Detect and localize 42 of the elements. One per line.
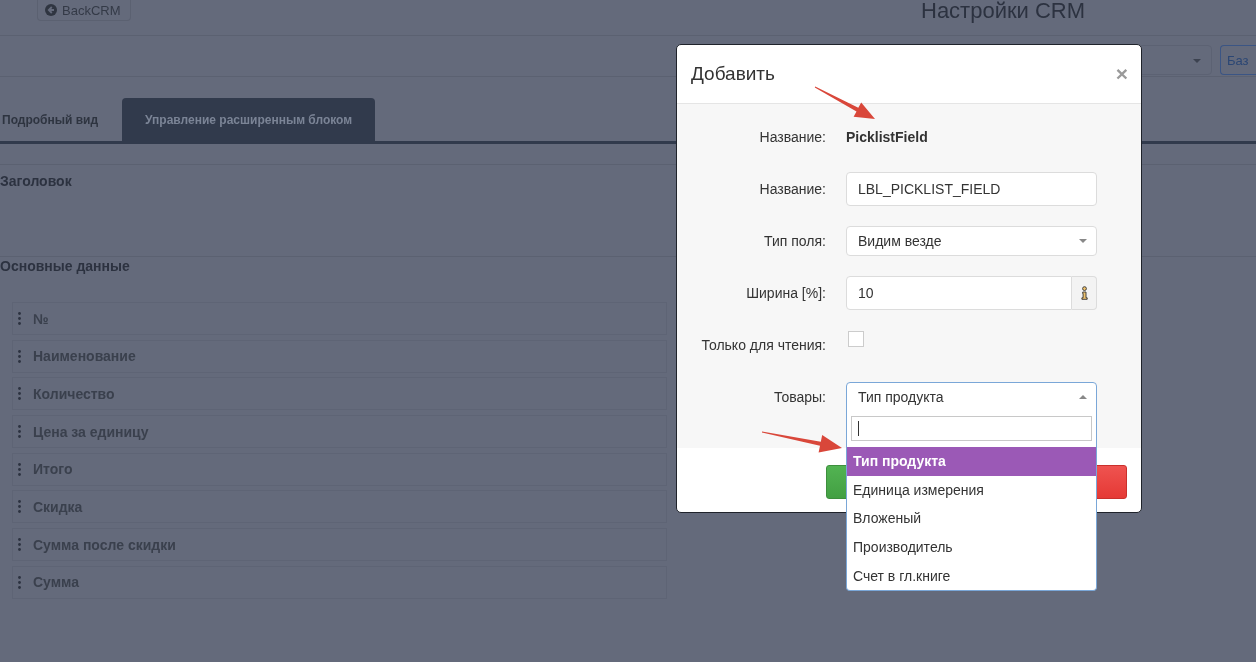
caret-icon (1193, 59, 1201, 63)
back-arrow-icon (45, 4, 57, 16)
drag-handle-icon (18, 500, 21, 514)
modal-title: Добавить (691, 62, 775, 85)
field-label: Название: (759, 181, 826, 197)
field-label: Товары: (773, 389, 826, 405)
select-field[interactable]: Тип продукта (846, 382, 1097, 412)
input-addon[interactable] (1072, 276, 1097, 310)
section-title: Основные данные (0, 257, 130, 275)
select-field[interactable]: Видим везде (846, 226, 1097, 256)
caret-icon (1079, 239, 1087, 243)
list-item[interactable]: № (12, 302, 667, 335)
tab[interactable]: Подробный вид (0, 98, 112, 141)
field-label: Тип поля: (764, 233, 826, 249)
input-field[interactable]: 10 (846, 276, 1072, 310)
drag-handle-icon (18, 312, 21, 325)
field-value: PicklistField (846, 129, 928, 145)
search-field[interactable] (851, 416, 1092, 441)
field-label: Только для чтения: (701, 337, 826, 353)
page-title: Настройки CRM (921, 0, 1086, 22)
drag-handle-icon (18, 425, 21, 439)
section-title: Заголовок (0, 172, 72, 190)
tab[interactable]: Управление расширенным блоком (122, 98, 376, 141)
field-label: Название: (759, 129, 826, 145)
caret-icon (1079, 395, 1087, 399)
toolbar-button[interactable]: Баз (1220, 45, 1256, 75)
close-button[interactable]: × (1115, 64, 1128, 84)
dropdown-option[interactable]: Счет в гл.книге (847, 561, 1096, 590)
drag-handle-icon (18, 538, 21, 552)
input-field[interactable]: LBL_PICKLIST_FIELD (846, 172, 1097, 206)
dropdown-option[interactable]: Производитель (847, 532, 1096, 562)
info-icon (1080, 286, 1088, 300)
annotation-arrow (812, 84, 878, 122)
drag-handle-icon (18, 349, 21, 363)
dropdown-option[interactable]: Единица измерения (847, 475, 1096, 505)
field-label: Ширина [%]: (746, 285, 826, 301)
drag-handle-icon (18, 387, 21, 401)
dropdown-option[interactable]: Тип продукта (847, 447, 1096, 476)
drag-handle-icon (18, 575, 21, 589)
dropdown-option[interactable]: Вложеный (847, 504, 1096, 533)
checkbox[interactable] (848, 331, 864, 347)
drag-handle-icon (18, 462, 21, 476)
